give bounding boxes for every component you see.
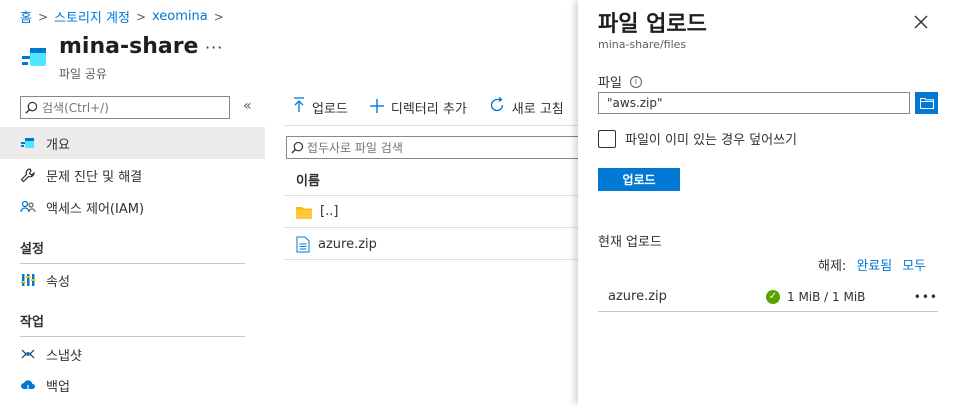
more-options-button[interactable]: ••• <box>914 290 938 304</box>
collapse-sidebar-button[interactable]: « <box>243 98 252 114</box>
panel-title: 파일 업로드 <box>598 12 707 37</box>
close-icon[interactable] <box>914 10 928 34</box>
sidebar-search[interactable] <box>20 96 230 119</box>
overwrite-checkbox[interactable]: 파일이 이미 있는 경우 덮어쓰기 <box>598 129 797 148</box>
clear-label: 해제: <box>818 259 847 274</box>
page-subtitle: 파일 공유 <box>59 67 107 81</box>
divider <box>20 336 245 337</box>
upload-row: azure.zip ✓ 1 MiB / 1 MiB ••• <box>608 289 938 304</box>
more-options-button[interactable]: ··· <box>205 38 223 57</box>
search-icon <box>291 141 304 154</box>
browse-folder-button[interactable] <box>915 92 938 114</box>
upload-status: 1 MiB / 1 MiB <box>787 289 866 304</box>
divider <box>284 125 584 126</box>
file-search-input[interactable] <box>306 140 585 155</box>
panel-path: mina-share/files <box>598 38 687 51</box>
upload-file-name: azure.zip <box>608 289 667 304</box>
file-share-icon <box>20 135 36 151</box>
current-uploads-heading: 현재 업로드 <box>598 235 662 250</box>
refresh-button[interactable]: 새로 고침 <box>489 96 564 117</box>
sidebar-item-snapshot[interactable]: 스냅샷 <box>0 338 265 370</box>
sidebar-item-label: 속성 <box>46 274 70 290</box>
overwrite-label: 파일이 이미 있는 경우 덮어쓰기 <box>625 133 798 148</box>
command-bar: 업로드 디렉터리 추가 새로 고침 <box>293 96 564 117</box>
add-directory-button[interactable]: 디렉터리 추가 <box>369 98 467 117</box>
sidebar-item-label: 백업 <box>46 379 70 395</box>
breadcrumb: 홈 > 스토리지 계정 > xeomina > <box>20 7 224 26</box>
upload-arrow-icon <box>293 97 305 117</box>
file-label: 파일 i <box>598 72 642 91</box>
clear-completed-link[interactable]: 완료됨 <box>856 255 892 274</box>
folder-open-icon <box>919 97 934 109</box>
sidebar-item-label: 스냅샷 <box>46 348 82 364</box>
backup-icon <box>20 377 36 393</box>
column-header-name[interactable]: 이름 <box>296 170 320 189</box>
breadcrumb-storage-accounts[interactable]: 스토리지 계정 <box>54 7 130 26</box>
breadcrumb-separator: > <box>37 9 49 24</box>
clear-all-link[interactable]: 모두 <box>902 255 926 274</box>
people-icon <box>20 199 36 215</box>
sidebar-search-input[interactable] <box>42 100 222 115</box>
file-share-icon <box>22 48 46 66</box>
table-row[interactable]: azure.zip <box>296 236 377 253</box>
sidebar-item-iam[interactable]: 액세스 제어(IAM) <box>0 191 265 223</box>
breadcrumb-separator: > <box>135 9 146 24</box>
info-icon[interactable]: i <box>629 75 642 88</box>
file-search[interactable] <box>286 136 586 159</box>
refresh-label: 새로 고침 <box>511 101 564 117</box>
file-input[interactable] <box>599 93 909 113</box>
sidebar-item-overview[interactable]: 개요 <box>0 127 265 159</box>
success-check-icon: ✓ <box>766 289 780 304</box>
divider <box>284 195 584 196</box>
breadcrumb-home[interactable]: 홈 <box>20 7 32 26</box>
sidebar-item-diagnose[interactable]: 문제 진단 및 해결 <box>0 159 265 191</box>
file-icon <box>296 236 310 253</box>
file-label-text: 파일 <box>598 76 622 91</box>
search-icon <box>25 101 38 114</box>
section-heading-operations: 작업 <box>20 315 44 330</box>
file-name: [..] <box>320 204 339 219</box>
snapshot-icon <box>20 346 36 362</box>
refresh-icon <box>489 96 505 117</box>
sidebar-item-properties[interactable]: 속성 <box>0 264 265 296</box>
sidebar-item-label: 액세스 제어(IAM) <box>46 201 145 217</box>
upload-panel: 파일 업로드 mina-share/files 파일 i 파일이 이미 있는 경… <box>578 0 957 405</box>
add-directory-label: 디렉터리 추가 <box>390 101 467 117</box>
breadcrumb-separator: > <box>213 9 224 24</box>
divider <box>284 227 584 228</box>
file-field[interactable] <box>598 92 910 114</box>
divider <box>284 259 584 260</box>
sidebar-item-label: 문제 진단 및 해결 <box>46 169 143 185</box>
wrench-icon <box>20 167 36 183</box>
file-name: azure.zip <box>318 237 377 252</box>
properties-icon <box>20 272 36 288</box>
clear-controls: 해제: 완료됨 모두 <box>818 255 926 274</box>
plus-icon <box>369 98 384 117</box>
upload-button[interactable]: 업로드 <box>293 97 348 117</box>
section-heading-settings: 설정 <box>20 242 44 257</box>
divider <box>598 311 938 312</box>
breadcrumb-account[interactable]: xeomina <box>152 9 208 24</box>
page-title: mina-share <box>59 34 199 59</box>
table-row[interactable]: [..] <box>296 204 338 219</box>
folder-icon <box>296 206 312 219</box>
sidebar-item-backup[interactable]: 백업 <box>0 369 265 401</box>
checkbox[interactable] <box>598 129 616 148</box>
upload-submit-button[interactable]: 업로드 <box>598 168 680 191</box>
upload-label: 업로드 <box>312 101 348 117</box>
sidebar-item-label: 개요 <box>46 137 70 153</box>
